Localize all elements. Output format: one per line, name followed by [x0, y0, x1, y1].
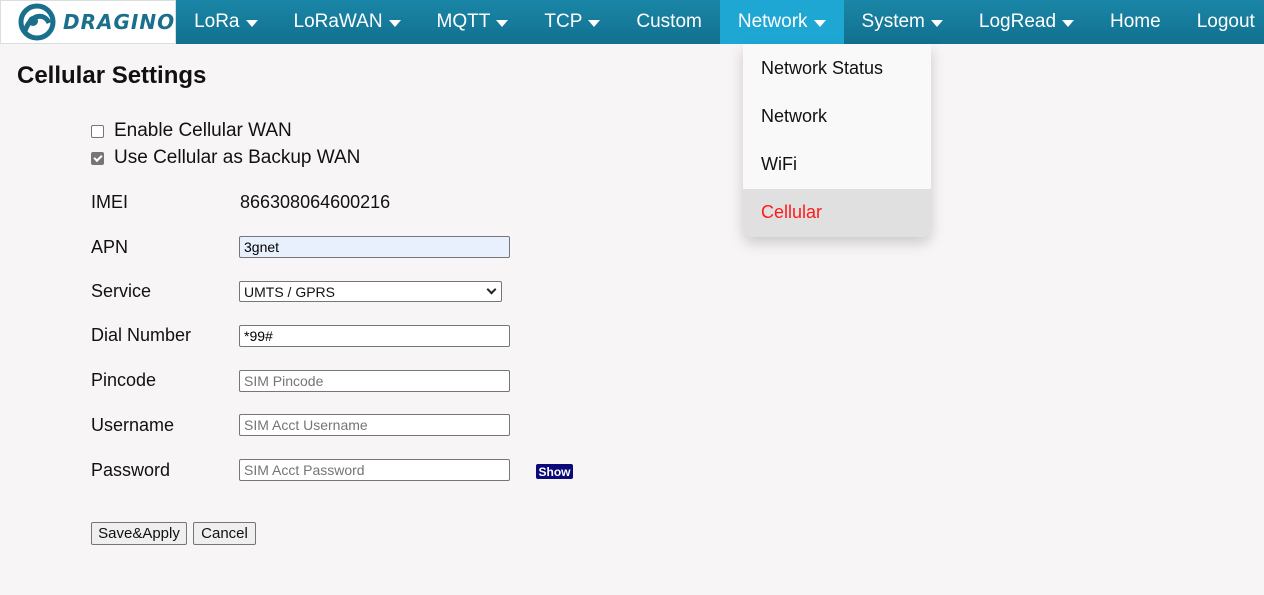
nav-label: Network — [737, 11, 808, 32]
nav-custom[interactable]: Custom — [618, 0, 719, 44]
caret-down-icon — [588, 19, 601, 27]
service-label: Service — [91, 281, 152, 301]
service-select[interactable]: UMTS / GPRS — [239, 281, 502, 302]
backup-wan-row[interactable]: Use Cellular as Backup WAN — [91, 147, 360, 169]
nav-logout[interactable]: Logout — [1179, 0, 1264, 44]
caret-down-icon — [496, 19, 509, 27]
nav-label: TCP — [544, 11, 583, 32]
nav-label: System — [861, 11, 925, 32]
service-selected-value: UMTS / GPRS — [244, 283, 336, 300]
menu-item-network[interactable]: Network — [743, 92, 931, 140]
nav-label: Logout — [1196, 11, 1255, 32]
pincode-label: Pincode — [91, 370, 157, 390]
menu-item-wifi[interactable]: WiFi — [743, 141, 931, 189]
network-dropdown-menu: Network Status Network WiFi Cellular — [743, 44, 931, 237]
logo-text: DRAGINO — [63, 10, 176, 34]
nav-label: Custom — [636, 11, 702, 32]
caret-down-icon — [1062, 19, 1075, 27]
dial-number-input[interactable]: *99# — [239, 325, 510, 347]
menu-item-network-status[interactable]: Network Status — [743, 44, 931, 92]
nav-label: LoRa — [194, 11, 240, 32]
pincode-input[interactable]: SIM Pincode — [239, 370, 510, 392]
save-apply-button[interactable]: Save&Apply — [91, 522, 187, 545]
backup-wan-checkbox[interactable] — [91, 151, 104, 165]
enable-cellular-wan-row[interactable]: Enable Cellular WAN — [91, 120, 292, 142]
dial-number-label: Dial Number — [91, 325, 192, 345]
caret-down-icon — [245, 19, 258, 27]
dragino-logo[interactable]: DRAGINO — [0, 0, 177, 44]
nav-home[interactable]: Home — [1092, 0, 1179, 44]
nav-network[interactable]: Network — [719, 0, 844, 44]
nav-label: MQTT — [436, 11, 491, 32]
nav-lorawan[interactable]: LoRaWAN — [276, 0, 419, 44]
nav-mqtt[interactable]: MQTT — [419, 0, 527, 44]
dragino-logo-icon — [18, 3, 56, 41]
apn-label: APN — [91, 237, 129, 257]
page-title: Cellular Settings — [17, 62, 207, 89]
nav-logread[interactable]: LogRead — [961, 0, 1092, 44]
enable-cellular-wan-label: Enable Cellular WAN — [114, 120, 292, 141]
password-input[interactable]: SIM Acct Password — [239, 459, 510, 481]
password-label: Password — [91, 460, 171, 480]
chevron-down-icon — [486, 284, 497, 295]
username-input[interactable]: SIM Acct Username — [239, 414, 510, 436]
nav-system[interactable]: System — [844, 0, 961, 44]
imei-label: IMEI — [91, 192, 129, 212]
apn-input[interactable]: 3gnet — [239, 236, 510, 258]
show-password-button[interactable]: Show — [536, 464, 573, 479]
caret-down-icon — [813, 19, 826, 27]
nav-tcp[interactable]: TCP — [526, 0, 618, 44]
nav-label: Home — [1110, 11, 1161, 32]
cancel-button[interactable]: Cancel — [193, 522, 256, 545]
caret-down-icon — [930, 19, 943, 27]
nav-label: LoRaWAN — [293, 11, 383, 32]
menu-item-cellular[interactable]: Cellular — [743, 188, 931, 237]
top-nav-bar: DRAGINO LoRa LoRaWAN MQTT TCP Custom Network S… — [0, 0, 1264, 44]
nav-label: LogRead — [978, 11, 1057, 32]
username-label: Username — [91, 415, 175, 435]
nav-lora[interactable]: LoRa — [176, 0, 275, 44]
backup-wan-label: Use Cellular as Backup WAN — [114, 147, 361, 168]
enable-cellular-wan-checkbox[interactable] — [91, 124, 104, 138]
caret-down-icon — [388, 19, 401, 27]
imei-value: 866308064600216 — [240, 192, 391, 212]
